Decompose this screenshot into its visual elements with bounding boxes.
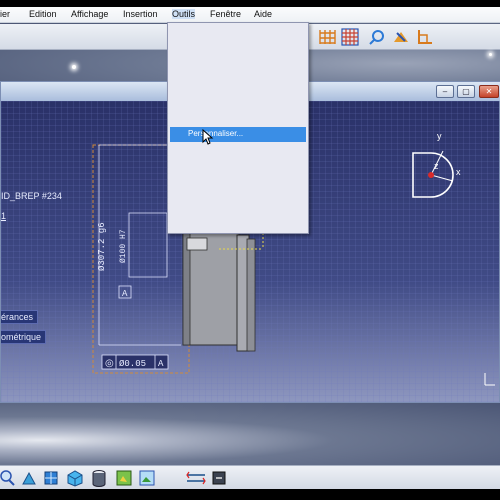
outils-dropdown-menu: Personnaliser... <box>167 22 309 234</box>
bottom-toolbar <box>0 465 500 489</box>
compass-axis-z: z <box>434 161 439 171</box>
part-rim <box>246 238 256 352</box>
menu-fichier[interactable]: ier <box>0 9 10 19</box>
tolerance-datum: A <box>158 359 164 369</box>
maximize-button[interactable]: ▢ <box>457 85 475 98</box>
menu-bar: ier Edition Affichage Insertion Outils F… <box>0 7 500 23</box>
menu-aide[interactable]: Aide <box>254 9 272 19</box>
triad-icon <box>484 373 495 386</box>
view-cube-icon[interactable] <box>42 469 60 487</box>
compass-axis-y: y <box>437 131 442 141</box>
menu-affichage[interactable]: Affichage <box>71 9 108 19</box>
screen-bottom-edge <box>0 489 500 500</box>
menu-edition[interactable]: Edition <box>29 9 57 19</box>
star-sparkle <box>72 65 76 69</box>
measure-icon[interactable] <box>185 469 207 487</box>
minimize-button[interactable]: – <box>436 85 454 98</box>
iso-view-icon[interactable] <box>65 469 85 487</box>
compass-axis-x: x <box>456 167 461 177</box>
dim-outer-diameter: Ø307.2 g6 <box>97 222 107 271</box>
tolerance-symbol: ◎ <box>105 358 114 369</box>
star-sparkle <box>489 53 492 56</box>
command-icon[interactable] <box>210 469 228 487</box>
image-icon[interactable] <box>138 469 156 487</box>
menu-fenetre[interactable]: Fenêtre <box>210 9 241 19</box>
background-space-lower <box>0 403 500 465</box>
snap-grid-icon[interactable] <box>340 27 360 47</box>
tolerance-value: Ø0.05 <box>119 359 146 369</box>
part-bore <box>186 237 208 251</box>
datum-label: A <box>122 289 128 299</box>
constraint-icon[interactable] <box>415 27 435 47</box>
application-window: ier Edition Affichage Insertion Outils F… <box>0 0 500 500</box>
mouse-cursor-icon <box>202 129 214 145</box>
grid-icon[interactable] <box>317 27 337 47</box>
menu-item-personnaliser[interactable]: Personnaliser... <box>170 127 306 142</box>
menu-insertion[interactable]: Insertion <box>123 9 158 19</box>
analysis-icon[interactable] <box>367 27 387 47</box>
dim-inner-diameter: Ø100 H7 <box>119 229 128 263</box>
render-icon[interactable] <box>115 469 133 487</box>
dimension-tools-icon[interactable] <box>391 27 411 47</box>
cylinder-icon[interactable] <box>90 469 108 489</box>
close-button[interactable]: ✕ <box>479 85 499 98</box>
menu-outils[interactable]: Outils <box>172 9 196 19</box>
inner-dimension-lines <box>128 212 168 278</box>
select-tool-icon[interactable] <box>20 469 38 487</box>
compass-widget[interactable]: y z x <box>412 131 461 198</box>
zoom-icon[interactable] <box>0 469 16 487</box>
